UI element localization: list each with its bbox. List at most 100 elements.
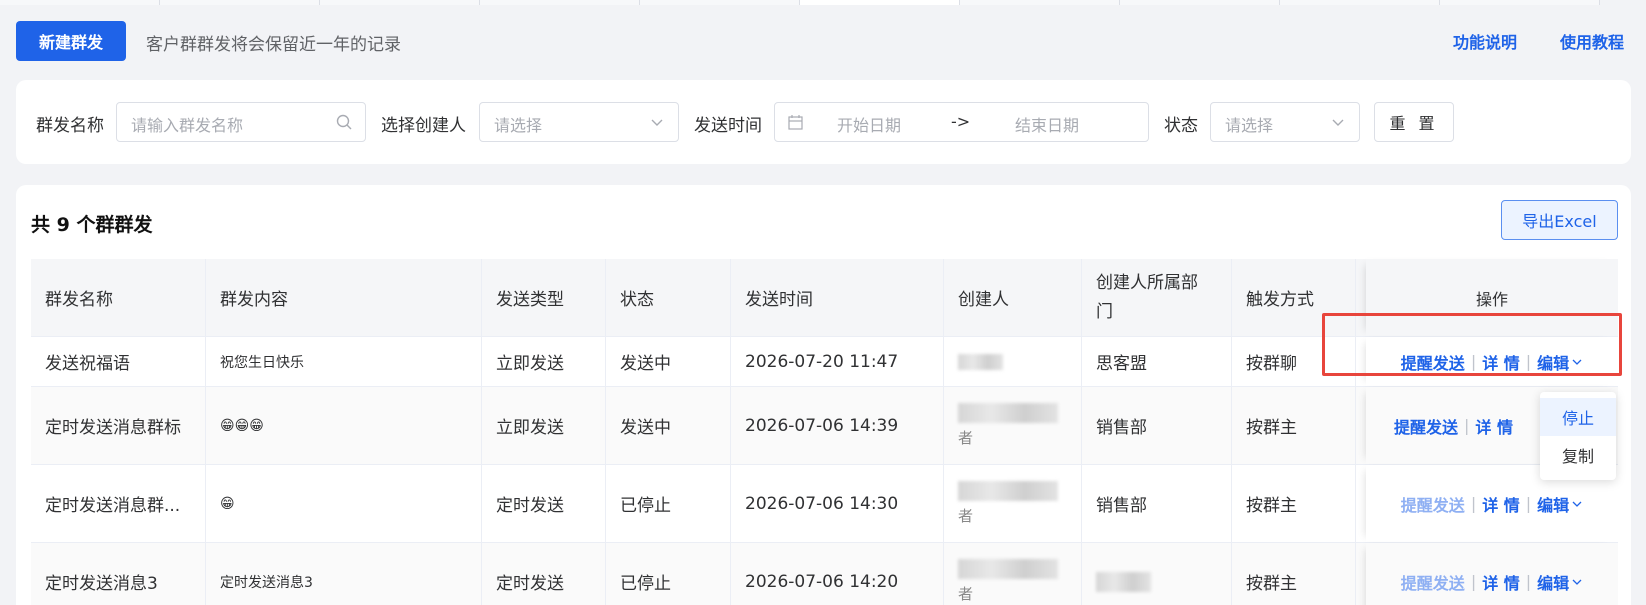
status-select[interactable]: 请选择 bbox=[1210, 102, 1360, 142]
broadcast-name: 定时发送消息群... bbox=[31, 465, 206, 542]
broadcast-content: 祝您生日快乐 bbox=[206, 337, 482, 386]
col-header-dept-line1: 创建人所属部 bbox=[1096, 272, 1198, 293]
remind-send-link-disabled[interactable]: 提醒发送 bbox=[1401, 492, 1465, 516]
edit-dropdown-menu: 停止 复制 bbox=[1540, 392, 1616, 480]
name-search-placeholder: 请输入群发名称 bbox=[131, 116, 244, 135]
broadcast-name: 定时发送消息群标 bbox=[31, 387, 206, 464]
end-date-placeholder[interactable]: 结束日期 bbox=[1015, 112, 1079, 136]
edit-label: 编辑 bbox=[1537, 495, 1570, 515]
table-row: 定时发送消息群... 😁 定时发送 已停止 2026-07-06 14:30 者… bbox=[31, 465, 1618, 543]
creator-dept: 思客盟 bbox=[1082, 337, 1232, 386]
dropdown-item-stop[interactable]: 停止 bbox=[1540, 398, 1616, 436]
top-tab-strip bbox=[0, 0, 1646, 5]
col-header-creator: 创建人 bbox=[944, 259, 1082, 336]
chevron-down-icon bbox=[1572, 501, 1582, 507]
col-header-name: 群发名称 bbox=[31, 259, 206, 336]
col-header-dept-line2: 门 bbox=[1096, 301, 1113, 322]
creator-name-fragment: 者 bbox=[958, 585, 974, 603]
total-count: 共 9 个群群发 bbox=[31, 214, 153, 236]
send-status: 发送中 bbox=[606, 387, 731, 464]
creator-avatar-blurred bbox=[944, 337, 1082, 386]
trigger-mode: 按群主 bbox=[1232, 387, 1356, 464]
name-filter-label: 群发名称 bbox=[36, 116, 104, 136]
creator-name-fragment: 者 bbox=[958, 507, 974, 525]
remind-send-link-disabled[interactable]: 提醒发送 bbox=[1401, 570, 1465, 594]
send-status: 已停止 bbox=[606, 465, 731, 542]
status-select-placeholder: 请选择 bbox=[1225, 116, 1274, 135]
creator-filter-label: 选择创建人 bbox=[381, 116, 466, 136]
broadcast-content: 定时发送消息3 bbox=[206, 543, 482, 605]
tab[interactable] bbox=[1120, 0, 1280, 5]
broadcast-table-panel: 共 9 个群群发 导出Excel 群发名称 群发内容 发送类型 状态 发送时间 … bbox=[16, 185, 1631, 605]
tab[interactable] bbox=[960, 0, 1120, 5]
remind-send-link[interactable]: 提醒发送 bbox=[1394, 414, 1458, 438]
edit-dropdown-trigger[interactable]: 编辑 bbox=[1537, 492, 1583, 516]
tab[interactable] bbox=[1280, 0, 1440, 5]
annotation-highlight-box bbox=[1322, 313, 1622, 376]
broadcast-content: 😁 bbox=[206, 465, 482, 542]
creator-name-fragment: 者 bbox=[958, 429, 974, 447]
tab[interactable] bbox=[320, 0, 480, 5]
send-status: 发送中 bbox=[606, 337, 731, 386]
trigger-mode: 按群主 bbox=[1232, 465, 1356, 542]
broadcast-name: 定时发送消息3 bbox=[31, 543, 206, 605]
edit-label: 编辑 bbox=[1537, 573, 1570, 593]
trigger-mode: 按群主 bbox=[1232, 543, 1356, 605]
send-type: 定时发送 bbox=[482, 465, 606, 542]
send-status: 已停止 bbox=[606, 543, 731, 605]
creator-avatar-blurred: 者 bbox=[944, 465, 1082, 542]
chevron-down-icon bbox=[1332, 119, 1344, 126]
send-time: 2026-07-20 11:47 bbox=[731, 337, 944, 386]
tab[interactable] bbox=[640, 0, 800, 5]
broadcast-content: 😁😁😁 bbox=[206, 387, 482, 464]
calendar-icon bbox=[788, 115, 803, 130]
col-header-type: 发送类型 bbox=[482, 259, 606, 336]
date-range-picker[interactable]: 开始日期 -> 结束日期 bbox=[774, 102, 1149, 142]
detail-link[interactable]: 详 情 bbox=[1475, 414, 1513, 438]
col-header-content: 群发内容 bbox=[206, 259, 482, 336]
new-broadcast-button[interactable]: 新建群发 bbox=[16, 21, 126, 61]
chevron-down-icon bbox=[651, 119, 663, 126]
broadcast-name: 发送祝福语 bbox=[31, 337, 206, 386]
tab[interactable] bbox=[160, 0, 320, 5]
creator-dept: 销售部 bbox=[1082, 465, 1232, 542]
tab[interactable] bbox=[1440, 0, 1600, 5]
detail-link[interactable]: 详 情 bbox=[1482, 492, 1520, 516]
table-row: 定时发送消息3 定时发送消息3 定时发送 已停止 2026-07-06 14:2… bbox=[31, 543, 1618, 605]
name-search-input[interactable]: 请输入群发名称 bbox=[116, 102, 366, 142]
tab-active[interactable] bbox=[800, 0, 960, 5]
col-header-time: 发送时间 bbox=[731, 259, 944, 336]
filter-panel: 群发名称 请输入群发名称 选择创建人 请选择 发送时间 开始日期 -> 结束日期… bbox=[16, 80, 1631, 164]
row-actions: 提醒发送 | 详 情 | 编辑 bbox=[1366, 543, 1618, 605]
send-type: 立即发送 bbox=[482, 387, 606, 464]
retention-hint: 客户群群发将会保留近一年的记录 bbox=[146, 35, 401, 55]
creator-dept-blurred bbox=[1082, 543, 1232, 605]
dropdown-item-copy[interactable]: 复制 bbox=[1540, 436, 1616, 474]
tutorial-link[interactable]: 使用教程 bbox=[1560, 29, 1624, 53]
send-time: 2026-07-06 14:39 bbox=[731, 387, 944, 464]
creator-avatar-blurred: 者 bbox=[944, 387, 1082, 464]
creator-dept: 销售部 bbox=[1082, 387, 1232, 464]
table-row: 定时发送消息群标 😁😁😁 立即发送 发送中 2026-07-06 14:39 者… bbox=[31, 387, 1618, 465]
creator-select[interactable]: 请选择 bbox=[479, 102, 679, 142]
tab[interactable] bbox=[0, 0, 160, 5]
send-type: 定时发送 bbox=[482, 543, 606, 605]
send-time: 2026-07-06 14:20 bbox=[731, 543, 944, 605]
range-separator: -> bbox=[951, 112, 971, 131]
edit-dropdown-trigger[interactable]: 编辑 bbox=[1537, 570, 1583, 594]
start-date-placeholder[interactable]: 开始日期 bbox=[837, 112, 901, 136]
detail-link[interactable]: 详 情 bbox=[1482, 570, 1520, 594]
send-type: 立即发送 bbox=[482, 337, 606, 386]
reset-button[interactable]: 重 置 bbox=[1374, 102, 1454, 142]
feature-help-link[interactable]: 功能说明 bbox=[1453, 29, 1517, 53]
send-time: 2026-07-06 14:30 bbox=[731, 465, 944, 542]
send-time-label: 发送时间 bbox=[694, 116, 762, 136]
creator-avatar-blurred: 者 bbox=[944, 543, 1082, 605]
status-filter-label: 状态 bbox=[1164, 116, 1198, 136]
col-header-status: 状态 bbox=[606, 259, 731, 336]
creator-select-placeholder: 请选择 bbox=[494, 116, 543, 135]
tab[interactable] bbox=[480, 0, 640, 5]
search-icon bbox=[336, 114, 352, 130]
export-excel-button[interactable]: 导出Excel bbox=[1501, 200, 1618, 240]
chevron-down-icon bbox=[1572, 579, 1582, 585]
